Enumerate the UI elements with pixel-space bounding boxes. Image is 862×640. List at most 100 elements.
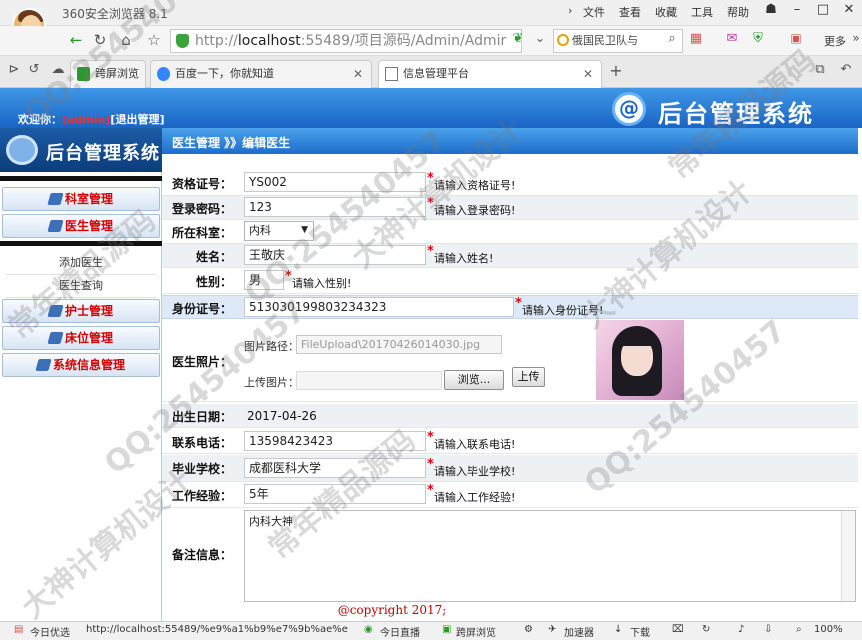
remark-textarea[interactable]: 内科大神 — [244, 510, 856, 602]
sidebar-toggle-icon[interactable]: ⊳ — [4, 62, 24, 77]
menu-help[interactable]: 帮助 — [727, 4, 749, 20]
today-pick[interactable]: 今日优选 — [30, 624, 70, 639]
department-select[interactable]: 内科 ▼ — [244, 221, 314, 241]
menu-file[interactable]: 文件 — [583, 4, 605, 20]
menu-view[interactable]: 查看 — [619, 4, 641, 20]
sidebar-menu-system-info[interactable]: 系统信息管理 — [2, 353, 160, 377]
sidebar-logo-text: 后台管理系统 — [46, 143, 160, 164]
browse-button[interactable]: 浏览... — [444, 370, 504, 390]
favorite-star-icon[interactable]: ☆ — [144, 31, 164, 49]
sidebar-menu-beds[interactable]: 床位管理 — [2, 326, 160, 350]
zoom-level[interactable]: 100% — [814, 624, 843, 635]
cross-screen-status-icon[interactable]: ▣ — [442, 624, 451, 635]
page-icon — [385, 67, 398, 81]
skin-icon[interactable]: ☗ — [760, 2, 782, 22]
form-row-idcard: 身份证号： 513030199803234323 * 请输入身份证号! — [162, 295, 858, 319]
leaf-icon[interactable]: ❦ — [508, 31, 528, 46]
zoom-icon[interactable]: ⌕ — [796, 624, 802, 635]
sidebar-item-add-doctor[interactable]: 添加医生 — [0, 252, 162, 274]
forward-menu-arrow-icon[interactable]: › — [568, 4, 572, 17]
gender-hint: 请输入性别! — [292, 277, 352, 290]
license-input[interactable]: YS002 — [244, 172, 426, 192]
password-hint: 请输入登录密码! — [434, 204, 516, 217]
shield-plugin-icon[interactable]: ⛨ — [748, 31, 768, 46]
refresh-icon[interactable]: ↻ — [90, 31, 110, 49]
live-icon[interactable]: ◉ — [364, 624, 373, 635]
speed-icon[interactable]: ⚙ — [524, 624, 533, 635]
browser-statusbar: ▤ 今日优选 http://localhost:55489/%e9%a1%b9%… — [0, 621, 862, 640]
gender-input[interactable]: 男 — [244, 270, 284, 290]
tab-label: 百度一下，你就知道 — [175, 67, 274, 80]
sidebar: 后台管理系统 科室管理 医生管理 添加医生 医生查询 护士管理 床位管理 系统信… — [0, 128, 162, 626]
school-hint: 请输入毕业学校! — [434, 465, 516, 478]
undo-icon[interactable]: ↶ — [836, 62, 856, 77]
search-icon[interactable]: ⌕ — [662, 31, 682, 46]
copyright: @copyright 2017; — [337, 603, 447, 617]
address-bar[interactable]: http://localhost:55489/项目源码/Admin/Admir — [170, 29, 522, 53]
refresh-status-icon[interactable]: ↻ — [702, 624, 710, 635]
name-input[interactable]: 王敬庆 — [244, 245, 426, 265]
phone-input[interactable]: 13598423423 — [244, 431, 426, 451]
apps-grid-icon[interactable]: ▦ — [686, 31, 706, 46]
tab-info-platform[interactable]: 信息管理平台 ✕ — [378, 60, 602, 88]
back-icon[interactable]: ← — [66, 31, 86, 49]
tab-close-icon[interactable]: ✕ — [353, 61, 363, 87]
idcard-input[interactable]: 513030199803234323 — [244, 297, 514, 317]
school-input[interactable]: 成都医科大学 — [244, 458, 426, 478]
mail-icon[interactable]: ✉ — [722, 31, 742, 46]
download[interactable]: 下载 — [630, 624, 650, 639]
search-text: 俄国民卫队与 — [572, 34, 638, 47]
name-hint: 请输入姓名! — [434, 252, 494, 265]
tab-close-icon[interactable]: ✕ — [583, 61, 593, 87]
more-chevron-icon[interactable]: » — [846, 31, 862, 45]
form-row-gender: 性别： 男 * 请输入性别! — [162, 268, 858, 294]
screenshot-icon[interactable]: ⌧ — [672, 624, 684, 635]
experience-input[interactable]: 5年 — [244, 484, 426, 504]
menu-favorites[interactable]: 收藏 — [655, 4, 677, 20]
volume-icon[interactable]: ♪ — [738, 624, 744, 635]
today-pick-icon[interactable]: ▤ — [14, 624, 23, 635]
menu-tools[interactable]: 工具 — [691, 4, 713, 20]
home-icon[interactable]: ⌂ — [116, 31, 136, 49]
photo-path-label: 图片路径： — [244, 340, 299, 353]
download-status-icon[interactable]: ⇩ — [764, 624, 772, 635]
adblock-icon[interactable]: ▣ — [786, 31, 806, 45]
download-icon[interactable]: ↓ — [614, 624, 622, 635]
sidebar-menu-doctors[interactable]: 医生管理 — [2, 214, 160, 238]
address-host: localhost — [237, 33, 301, 49]
breadcrumb: 医生管理 》》编辑医生 — [172, 136, 291, 150]
system-title: 后台管理系统 — [658, 100, 814, 128]
maximize-icon[interactable]: □ — [812, 2, 834, 22]
accelerator-icon[interactable]: ✈ — [548, 624, 556, 635]
cross-screen-status[interactable]: 跨屏浏览 — [456, 624, 496, 639]
minimize-icon[interactable]: – — [786, 2, 808, 22]
file-input[interactable] — [296, 371, 442, 390]
accelerator[interactable]: 加速器 — [564, 624, 594, 639]
form-row-name: 姓名： 王敬庆 * 请输入姓名! — [162, 244, 858, 268]
doctor-photo — [596, 320, 684, 400]
restore-tabs-icon[interactable]: ⧉ — [810, 62, 830, 77]
cross-screen-icon — [77, 67, 90, 81]
upload-button[interactable]: 上传 — [512, 367, 545, 387]
sidebar-menu-departments[interactable]: 科室管理 — [2, 187, 160, 211]
birth-label: 出生日期： — [171, 410, 232, 424]
tab-cross-screen[interactable]: 跨屏浏览 — [70, 60, 146, 88]
address-dropdown-icon[interactable]: ⌄ — [530, 31, 550, 45]
password-input[interactable]: 123 — [244, 197, 426, 217]
menu-label: 科室管理 — [65, 192, 114, 206]
more-menu[interactable]: 更多 — [824, 33, 846, 49]
new-tab-icon[interactable]: + — [606, 61, 626, 80]
tab-baidu[interactable]: 百度一下，你就知道 ✕ — [150, 60, 372, 88]
current-user: [admin] — [62, 113, 111, 126]
sidebar-item-search-doctor[interactable]: 医生查询 — [0, 275, 162, 297]
undo-close-icon[interactable]: ↺ — [24, 62, 44, 77]
form-row-experience: 工作经验： 5年 * 请输入工作经验! — [162, 482, 858, 508]
close-window-icon[interactable]: ✕ — [838, 2, 860, 22]
cloud-icon[interactable]: ☁ — [48, 62, 68, 77]
textarea-scrollbar[interactable] — [841, 511, 855, 601]
today-live[interactable]: 今日直播 — [380, 624, 420, 639]
photo-path-input[interactable]: FileUpload\20170426014030.jpg — [296, 335, 502, 354]
logout-link[interactable]: [退出管理] — [110, 113, 164, 126]
browser-titlebar: 360安全浏览器 8.1 › 文件 查看 收藏 工具 帮助 ☗ – □ ✕ — [0, 0, 862, 42]
sidebar-menu-nurses[interactable]: 护士管理 — [2, 299, 160, 323]
